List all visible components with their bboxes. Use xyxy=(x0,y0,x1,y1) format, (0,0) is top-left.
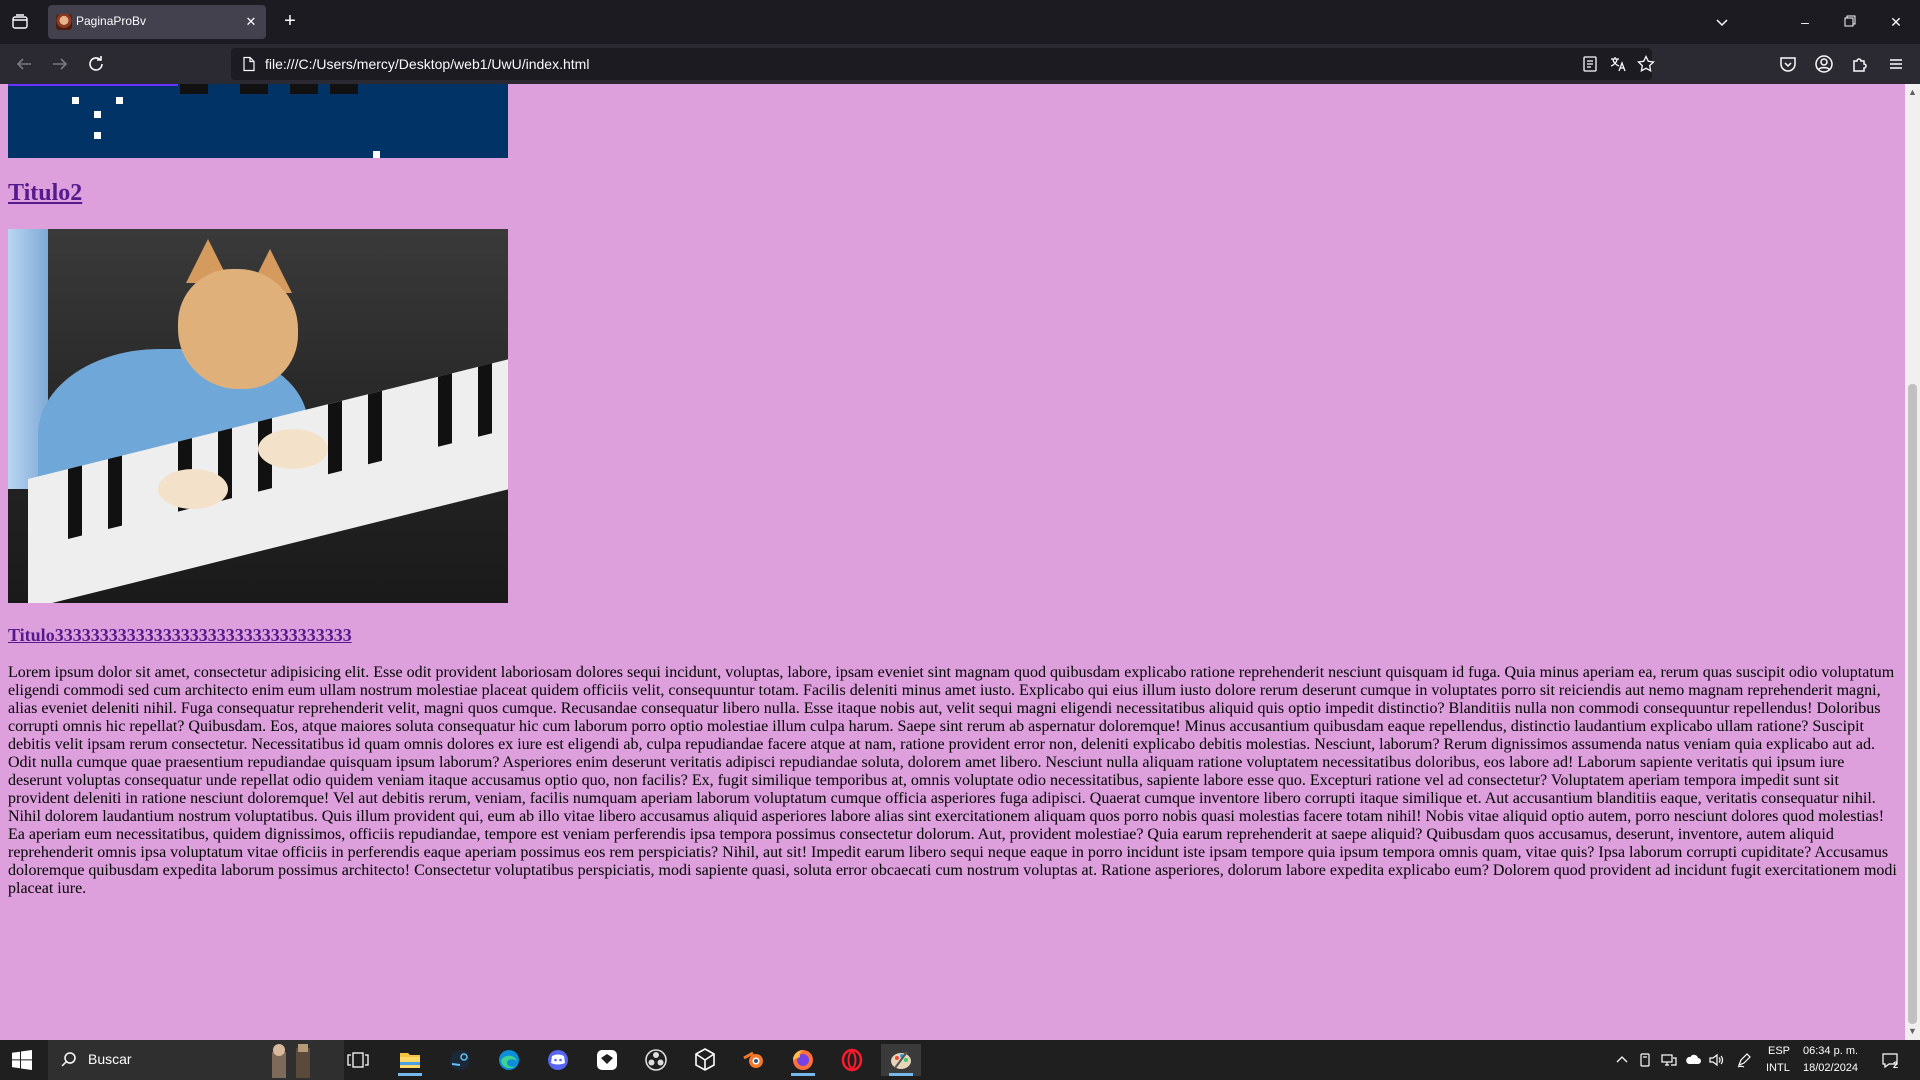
paint-app-icon[interactable] xyxy=(881,1044,921,1076)
close-tab-icon[interactable]: ✕ xyxy=(242,13,260,31)
restore-icon[interactable] xyxy=(1838,10,1862,34)
title-3-link[interactable]: Titulo333333333333333333333333333333333 xyxy=(8,625,352,645)
page-icon xyxy=(241,56,257,72)
new-tab-button[interactable]: + xyxy=(279,11,301,33)
reader-view-icon[interactable] xyxy=(1580,54,1600,74)
search-icon xyxy=(60,1051,78,1069)
pixel-app-icon[interactable] xyxy=(587,1044,627,1076)
volume-icon[interactable] xyxy=(1708,1052,1724,1068)
firefox-icon[interactable] xyxy=(783,1044,823,1076)
steam-icon[interactable] xyxy=(440,1044,480,1076)
show-hidden-icons-icon[interactable] xyxy=(1614,1052,1630,1068)
blender-icon[interactable] xyxy=(734,1044,774,1076)
extensions-icon[interactable] xyxy=(1849,53,1871,75)
reload-icon[interactable] xyxy=(84,52,108,76)
notification-count-badge: 2 xyxy=(1893,1060,1899,1070)
opera-icon[interactable] xyxy=(832,1044,872,1076)
search-placeholder: Buscar xyxy=(88,1051,132,1067)
nyan-cat-image xyxy=(8,84,508,158)
keyboard-cat-image xyxy=(8,229,508,603)
forward-icon[interactable] xyxy=(48,52,72,76)
lorem-paragraph: Lorem ipsum dolor sit amet, consectetur … xyxy=(8,664,1897,897)
favicon-icon xyxy=(56,14,72,30)
scroll-up-arrow-icon[interactable]: ▲ xyxy=(1907,87,1918,98)
task-view-icon[interactable] xyxy=(340,1044,380,1076)
taskbar-search[interactable]: Buscar xyxy=(48,1040,344,1080)
bookmark-star-icon[interactable] xyxy=(1636,54,1656,74)
edge-icon[interactable] xyxy=(489,1044,529,1076)
navigation-toolbar: file:///C:/Users/mercy/Desktop/web1/UwU/… xyxy=(0,44,1920,84)
tab-paginaprobv[interactable]: PaginaProBv ✕ xyxy=(48,5,266,39)
url-text[interactable]: file:///C:/Users/mercy/Desktop/web1/UwU/… xyxy=(265,56,589,72)
translate-icon[interactable] xyxy=(1608,54,1628,74)
page-content: Titulo2 Titulo33333333333333333333333333… xyxy=(8,84,1897,898)
search-highlight-image xyxy=(262,1042,342,1078)
network-icon[interactable] xyxy=(1661,1052,1677,1068)
tab-strip: PaginaProBv ✕ + – ✕ xyxy=(0,0,1920,44)
minimize-icon[interactable]: – xyxy=(1793,10,1817,34)
page-viewport: Titulo2 Titulo33333333333333333333333333… xyxy=(0,84,1905,1040)
clock-time[interactable]: 06:34 p. m. xyxy=(1803,1045,1858,1057)
windows-taskbar: Buscar ESP INTL 06:34 p. m. 18/02/2024 2 xyxy=(0,1040,1920,1080)
device-icon[interactable] xyxy=(1637,1052,1653,1068)
clock-date[interactable]: 18/02/2024 xyxy=(1803,1062,1858,1074)
pocket-icon[interactable] xyxy=(1777,53,1799,75)
language-indicator-bottom[interactable]: INTL xyxy=(1766,1062,1790,1074)
onedrive-icon[interactable] xyxy=(1685,1052,1701,1068)
list-all-tabs-icon[interactable] xyxy=(1712,12,1732,32)
unity-icon[interactable] xyxy=(685,1044,725,1076)
page-scrollbar[interactable]: ▲ ▼ xyxy=(1905,84,1920,1040)
scrollbar-thumb[interactable] xyxy=(1908,384,1917,1024)
discord-icon[interactable] xyxy=(538,1044,578,1076)
url-bar[interactable]: file:///C:/Users/mercy/Desktop/web1/UwU/… xyxy=(231,48,1655,80)
title-2-link[interactable]: Titulo2 xyxy=(8,180,82,206)
close-window-icon[interactable]: ✕ xyxy=(1884,10,1908,34)
tab-title: PaginaProBv xyxy=(76,14,147,28)
scroll-down-arrow-icon[interactable]: ▼ xyxy=(1907,1026,1918,1037)
file-explorer-icon[interactable] xyxy=(390,1044,430,1076)
title-3-heading: Titulo333333333333333333333333333333333 xyxy=(8,625,1897,646)
menu-icon[interactable] xyxy=(1885,53,1907,75)
account-icon[interactable] xyxy=(1813,53,1835,75)
back-icon[interactable] xyxy=(12,52,36,76)
language-indicator-top[interactable]: ESP xyxy=(1768,1045,1790,1057)
obs-icon[interactable] xyxy=(636,1044,676,1076)
windows-start-icon[interactable] xyxy=(12,1050,32,1070)
tab-list-icon[interactable] xyxy=(8,10,32,34)
title-2-heading: Titulo2 xyxy=(8,180,1897,207)
pen-icon[interactable] xyxy=(1736,1052,1752,1068)
